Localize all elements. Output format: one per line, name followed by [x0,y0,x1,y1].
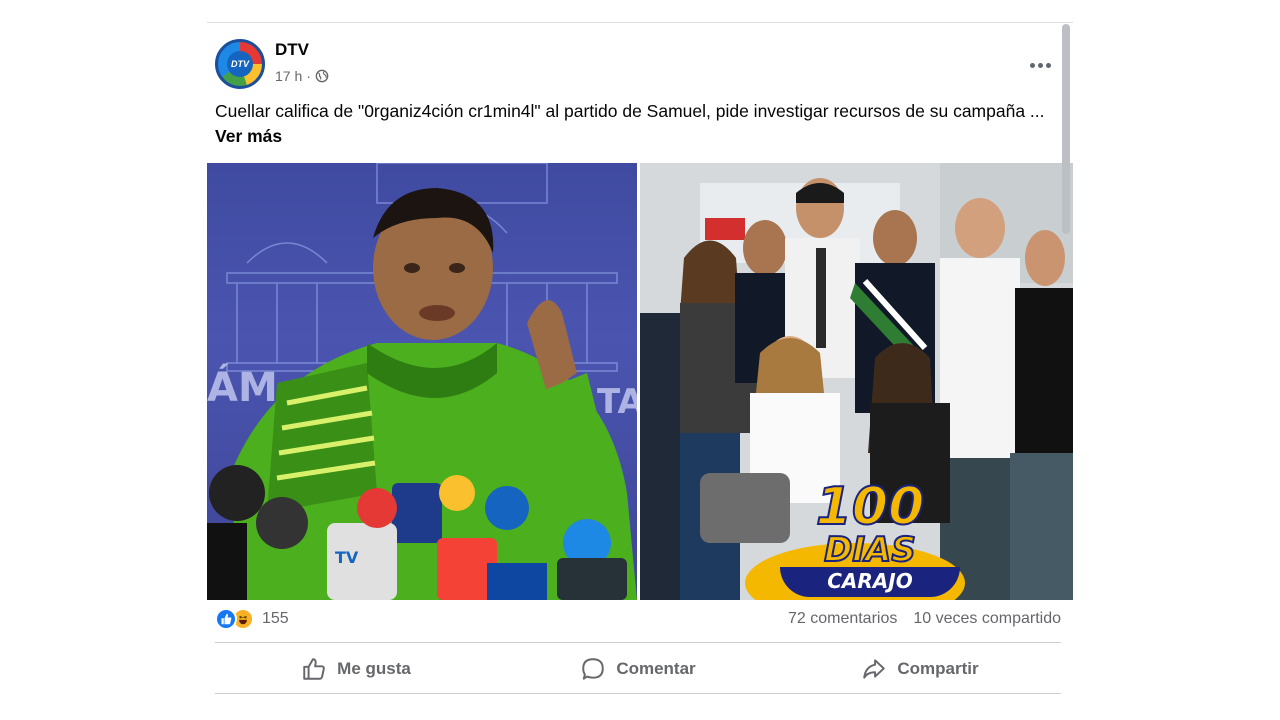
page-name-link[interactable]: DTV [275,40,309,60]
like-button[interactable]: Me gusta [215,645,497,693]
comment-button-label: Comentar [616,659,696,678]
post-time-link[interactable]: 17 h [275,68,302,84]
post-text: Cuellar califica de "0rganiz4ción cr1min… [215,99,1045,149]
post-header: DTV DTV 17 h · [215,37,1055,93]
svg-text:TV: TV [335,548,359,567]
like-button-label: Me gusta [337,659,411,678]
scrollbar[interactable] [1062,24,1070,234]
engagement-counts: 72 comentarios 10 veces compartido [788,610,1061,628]
post-actions: Me gusta Comentar Compartir [215,645,1061,693]
stats-divider [215,642,1061,643]
share-button-label: Compartir [897,659,979,678]
overlay-line-carajo: CARAJO [780,567,960,597]
avatar-logo: DTV [227,51,253,77]
svg-text:TA: TA [597,382,637,422]
shares-count-link[interactable]: 10 veces compartido [913,610,1061,628]
photo-press-conference[interactable]: ÁM TA TV [207,163,637,600]
post-meta: 17 h · [275,68,329,84]
more-dot [1037,62,1043,68]
reaction-count: 155 [262,610,289,627]
more-options-button[interactable] [1025,55,1055,75]
see-more-link[interactable]: Ver más [215,126,282,146]
comments-count-link[interactable]: 72 comentarios [788,610,897,628]
overlay-100-dias-carajo: 100 DIAS CARAJO [780,477,960,597]
share-button[interactable]: Compartir [779,645,1061,693]
post-body: Cuellar califica de "0rganiz4ción cr1min… [215,101,1045,121]
post-stats: 155 72 comentarios 10 veces compartido [215,608,1061,636]
reactions-summary[interactable]: 155 [215,608,289,630]
svg-text:ÁM: ÁM [207,363,278,411]
comment-button[interactable]: Comentar [497,645,779,693]
press-conference-illustration: ÁM TA TV [207,163,637,600]
page-avatar[interactable]: DTV [215,39,265,89]
like-icon [215,608,237,630]
meta-separator: · [306,68,311,84]
more-horizontal-icon [1029,62,1035,68]
thumbs-up-icon [303,658,325,680]
overlay-line-dias: DIAS [823,530,917,570]
overlay-line-100: 100 [815,477,926,537]
facebook-post: DTV DTV 17 h · Cuellar califica de "0rga… [207,22,1073,720]
post-photos: ÁM TA TV 100 DIAS CARAJO [207,163,1073,600]
bottom-divider [215,693,1061,694]
globe-icon [315,69,329,83]
share-arrow-icon [863,659,886,679]
comment-bubble-icon [582,658,605,680]
photo-group[interactable]: 100 DIAS CARAJO [640,163,1073,600]
more-dot [1045,62,1051,68]
